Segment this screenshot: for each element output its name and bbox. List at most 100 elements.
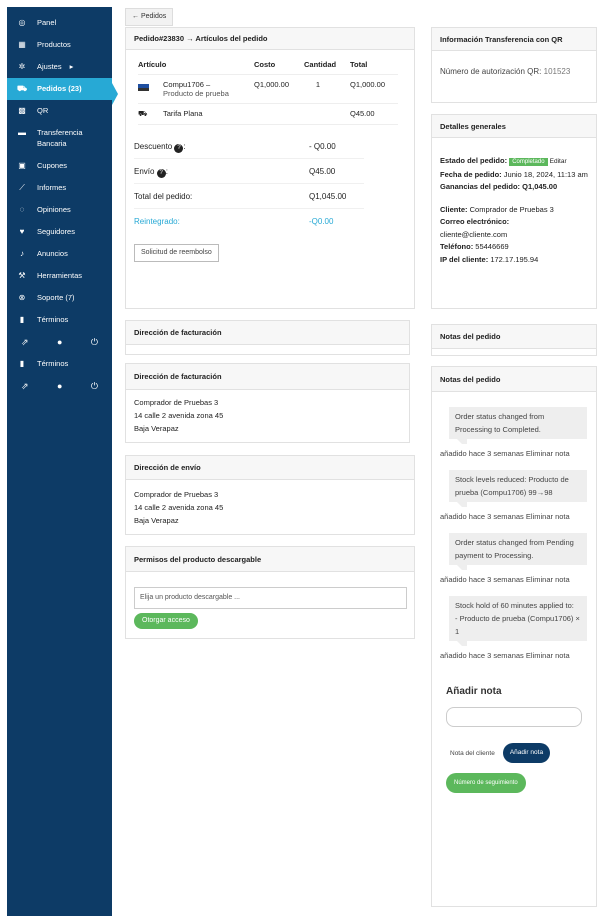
sidebar-item-wrench[interactable]: ⚒ Herramientas: [7, 265, 112, 287]
external-link-icon[interactable]: ⇗: [21, 337, 29, 348]
sidebar-item-label: Términos: [37, 359, 69, 368]
add-note-title: Añadir nota: [446, 686, 502, 697]
power-icon[interactable]: ⏻: [91, 381, 98, 392]
user-icon[interactable]: ●: [57, 337, 62, 347]
qr-icon: ▩: [18, 106, 26, 115]
order-items-panel: Pedido#23830 → Artículos del pedido Artí…: [125, 27, 415, 309]
caret-right-icon: ▸: [69, 62, 74, 71]
sidebar-item-gift[interactable]: ▣ Cupones: [7, 155, 112, 177]
sidebar-item-chart[interactable]: ⟋ Informes: [7, 177, 112, 199]
page-icon: ▮: [19, 359, 25, 368]
qr-info-title: Información Transferencia con QR: [432, 28, 596, 51]
product-thumbnail-icon: [138, 79, 149, 91]
sidebar-item-lifebuoy[interactable]: ⊗ Soporte (7): [7, 287, 112, 309]
note-content: Order status changed from Processing to …: [449, 407, 587, 444]
note-textarea[interactable]: [446, 707, 582, 727]
downloadable-product-select[interactable]: Elija un producto descargable ...: [134, 587, 407, 609]
list-item: Order status changed from Pending paymen…: [440, 533, 588, 586]
sidebar-item-label: Seguidores: [37, 227, 75, 236]
discount-value: - Q0.00: [309, 141, 336, 151]
email-value: cliente@cliente.com: [440, 229, 508, 239]
order-notes-panel: Notas del pedido Order status changed fr…: [431, 366, 597, 907]
product-name[interactable]: Compu1706 –: [163, 80, 210, 89]
earnings-label: Ganancias del pedido:: [440, 182, 521, 191]
order-items-table: Artículo Costo Cantidad Total Compu1706 …: [138, 56, 398, 125]
discount-row: Descuento ?: - Q0.00: [134, 134, 364, 159]
lifebuoy-icon: ⊗: [18, 293, 26, 302]
col-qty: Cantidad: [304, 56, 350, 75]
external-link-icon[interactable]: ⇗: [21, 381, 29, 392]
shipping-value: Q45.00: [309, 166, 336, 176]
billing-line: Comprador de Pruebas 3: [134, 398, 219, 407]
earnings-value: Q1,045.00: [522, 182, 558, 191]
tracking-number-button[interactable]: Número de seguimiento: [446, 773, 526, 793]
gear-icon: ✲: [18, 62, 26, 71]
sidebar-item-qr[interactable]: ▩ QR: [7, 100, 112, 122]
note-meta[interactable]: añadido hace 3 semanas Eliminar nota: [440, 649, 588, 662]
heart-icon: ♥: [19, 227, 25, 236]
shipping-label: Envío: [134, 166, 155, 176]
order-total-row: Total del pedido: Q1,045.00: [134, 184, 364, 209]
sidebar-item-gear[interactable]: ✲ Ajustes ▸: [7, 56, 112, 78]
billing-address-panel-collapsed: Dirección de facturación: [125, 320, 410, 355]
refunded-label: Reintegrado:: [134, 216, 180, 226]
sidebar-item-terms[interactable]: ▮ Términos: [7, 353, 112, 375]
note-meta[interactable]: añadido hace 3 semanas Eliminar nota: [440, 510, 588, 523]
edit-status-link[interactable]: Editar: [550, 158, 567, 165]
client-label: Cliente:: [440, 204, 468, 214]
order-total-value: Q1,045.00: [309, 191, 347, 201]
order-notes-title: Notas del pedido: [432, 325, 596, 349]
note-content: Stock hold of 60 minutes applied to: - P…: [449, 596, 587, 646]
shipping-address-title: Dirección de envío: [126, 456, 414, 480]
sidebar-item-card[interactable]: ▬ Transferencia Bancaria: [7, 122, 112, 155]
help-icon[interactable]: ?: [156, 168, 166, 178]
user-icon[interactable]: ●: [57, 381, 62, 391]
add-note-button[interactable]: Añadir nota: [502, 743, 551, 763]
sidebar-icon-row: ⇗ ● ⏻: [7, 331, 112, 353]
note-meta[interactable]: añadido hace 3 semanas Eliminar nota: [440, 447, 588, 460]
bell-icon: ♪: [20, 249, 24, 258]
page-icon: ▮: [19, 315, 25, 324]
comments-icon: ◌: [19, 205, 25, 214]
qr-auth-value: 101523: [543, 67, 571, 76]
phone-value: 55446669: [475, 242, 509, 251]
phone-label: Teléfono:: [440, 242, 474, 251]
power-icon[interactable]: ⏻: [91, 337, 98, 348]
col-total: Total: [350, 56, 398, 75]
cart-icon: ⛟: [16, 84, 28, 93]
sidebar-icon-row: ⇗ ● ⏻: [7, 375, 112, 397]
refunded-row: Reintegrado: -Q0.00: [134, 209, 364, 234]
sidebar: ◎ Panel ▦ Productos ✲ Ajustes ▸ ⛟ Pedidos (23) ▩ Q…: [7, 7, 118, 916]
sidebar-item-comments[interactable]: ◌ Opiniones: [7, 199, 112, 221]
email-label: Correo electrónico:: [440, 217, 510, 226]
back-to-orders-button[interactable]: ← Pedidos: [125, 8, 174, 26]
sidebar-item-cart[interactable]: ⛟ Pedidos (23): [7, 78, 118, 105]
sidebar-item-label: Soporte (7): [37, 293, 75, 302]
downloadable-permissions-panel: Permisos del producto descargable Elija …: [125, 546, 415, 639]
chart-icon: ⟋: [19, 183, 25, 192]
shipping-line: Comprador de Pruebas 3: [134, 490, 219, 499]
sidebar-item-label: Informes: [37, 183, 67, 192]
col-article: Artículo: [138, 56, 254, 75]
product-qty: 1: [304, 74, 350, 104]
billing-address-title: Dirección de facturación: [126, 364, 409, 390]
billing-address-panel: Dirección de facturación Comprador de Pr…: [125, 363, 410, 443]
sidebar-item-briefcase[interactable]: ▦ Productos: [7, 34, 112, 56]
note-type-select[interactable]: Nota del cliente: [446, 750, 499, 757]
sidebar-item-label: QR: [37, 106, 49, 115]
product-subtitle: Producto de prueba: [163, 88, 229, 98]
sidebar-item-dashboard[interactable]: ◎ Panel: [7, 12, 112, 34]
list-item: Stock levels reduced: Producto de prueba…: [440, 470, 588, 523]
gift-icon: ▣: [18, 161, 26, 170]
grant-access-button[interactable]: Otorgar acceso: [134, 613, 198, 629]
note-meta[interactable]: añadido hace 3 semanas Eliminar nota: [440, 573, 588, 586]
sidebar-item-bell[interactable]: ♪ Anuncios: [7, 243, 112, 265]
shipping-row: ⛟ Tarifa Plana Q45.00: [138, 103, 398, 125]
billing-line: Baja Verapaz: [134, 424, 179, 433]
sidebar-item-page[interactable]: ▮ Términos: [7, 309, 112, 331]
refund-request-button[interactable]: Solicitud de reembolso: [134, 243, 219, 262]
sidebar-item-heart[interactable]: ♥ Seguidores: [7, 221, 112, 243]
note-content: Order status changed from Pending paymen…: [449, 533, 587, 570]
client-value: Comprador de Pruebas 3: [469, 204, 554, 214]
wrench-icon: ⚒: [18, 271, 26, 280]
